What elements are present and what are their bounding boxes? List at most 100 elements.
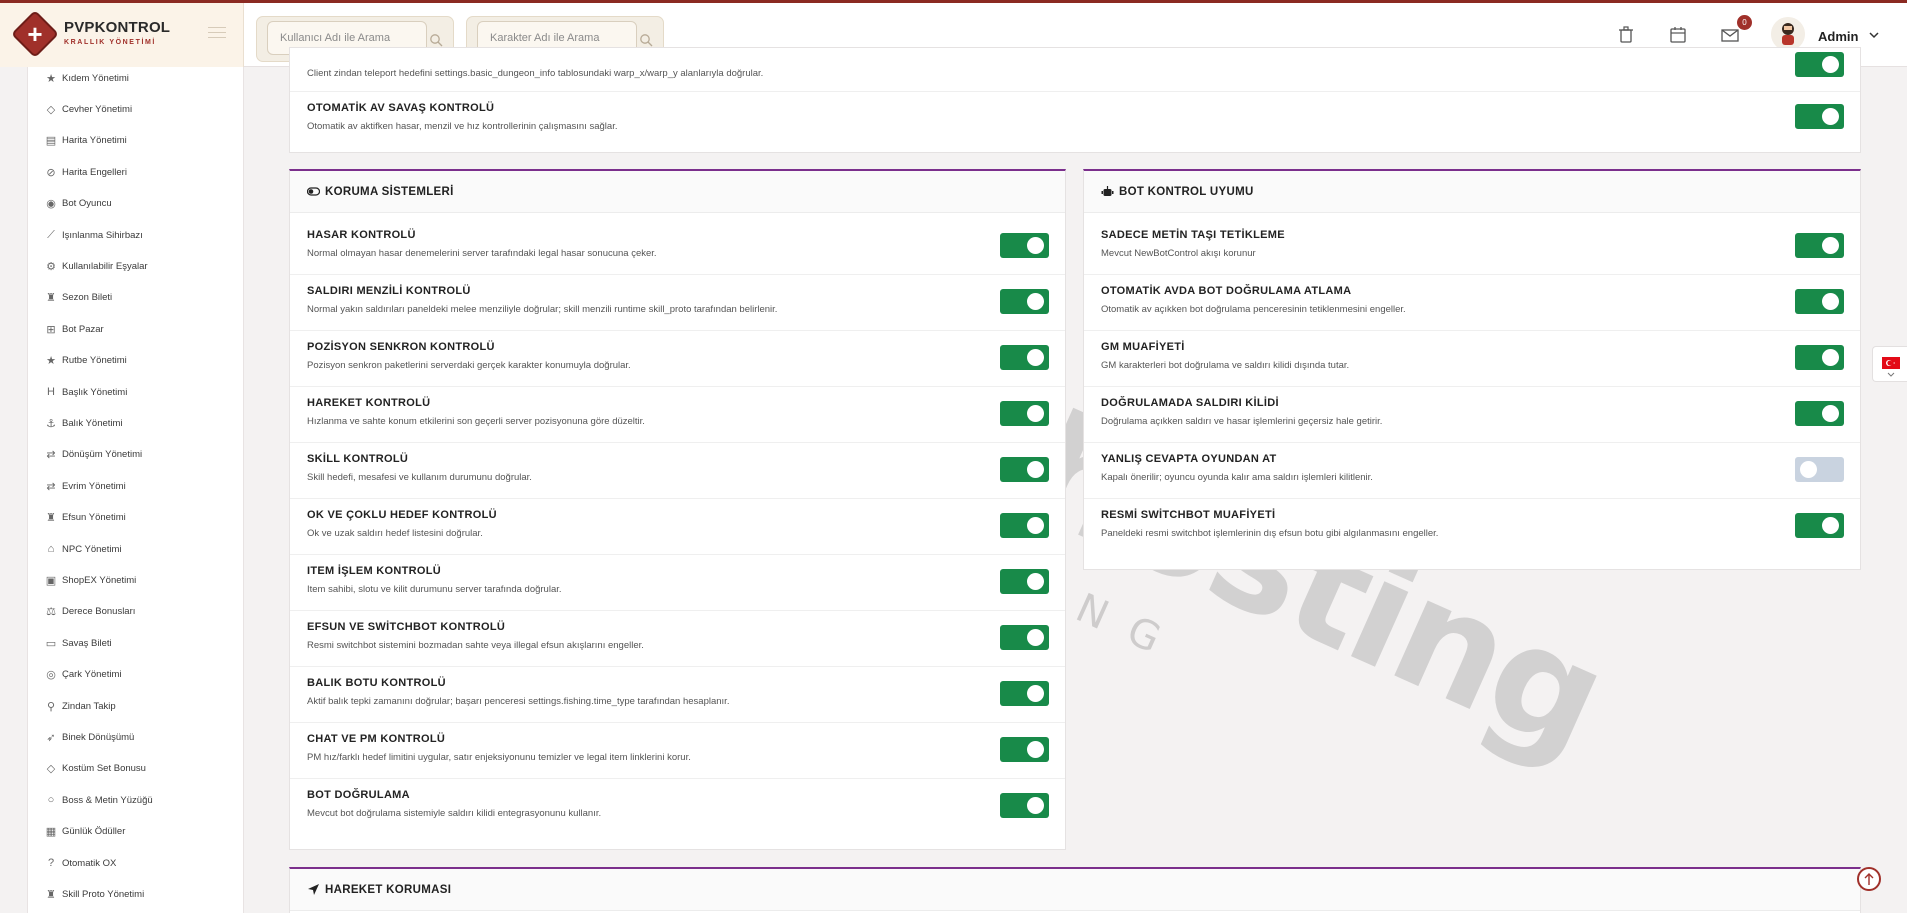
sidebar-item[interactable]: ○ Boss & Metin Yüzüğü — [44, 790, 153, 810]
top-settings-card: Client zindan teleport hedefini settings… — [289, 47, 1861, 153]
sidebar-item[interactable]: ⇄ Evrim Yönetimi — [44, 476, 125, 496]
row-title: YANLIŞ CEVAPTA OYUNDAN AT — [1101, 453, 1277, 465]
sidebar-item[interactable]: ♜ Sezon Bileti — [44, 288, 112, 308]
bot-card: BOT KONTROL UYUMU SADECE METİN TAŞI TETİ… — [1083, 169, 1861, 570]
toggle-switch[interactable] — [1795, 345, 1844, 370]
sidebar-item[interactable]: ⚖ Derece Bonusları — [44, 602, 135, 622]
sidebar-item[interactable]: ▣ ShopEX Yönetimi — [44, 570, 137, 590]
ticket-icon: ▭ — [45, 637, 57, 650]
settings-row: YANLIŞ CEVAPTA OYUNDAN AT Kapalı önerilir… — [1084, 443, 1860, 499]
sidebar-item[interactable]: ⚲ Zindan Takip — [44, 696, 116, 716]
rocket-icon: ➶ — [46, 731, 56, 744]
sidebar-item-label: Bot Oyuncu — [62, 198, 112, 210]
row-title: HAREKET KONTROLÜ — [307, 397, 431, 409]
chevron-down-icon[interactable] — [1868, 30, 1880, 40]
sidebar-item[interactable]: ⊘ Harita Engelleri — [44, 162, 127, 182]
row-desc: Ok ve uzak saldırı hedef listesini doğru… — [307, 528, 483, 539]
sidebar-item[interactable]: ▤ Harita Yönetimi — [44, 131, 127, 151]
toggle-switch[interactable] — [1795, 401, 1844, 426]
toggle-knob — [1800, 461, 1817, 478]
sidebar-item[interactable]: ? Otomatik OX — [44, 853, 116, 873]
sidebar-item[interactable]: ⌂ NPC Yönetimi — [44, 539, 122, 559]
row-title: DOĞRULAMADA SALDIRI KİLİDİ — [1101, 397, 1279, 409]
toggle-switch[interactable] — [1795, 457, 1844, 482]
sidebar-item[interactable]: ⊞ Bot Pazar — [44, 319, 103, 339]
sidebar-item-label: Otomatik OX — [62, 857, 117, 869]
row-desc: GM karakterleri bot doğrulama ve saldırı… — [1101, 360, 1350, 371]
brand[interactable]: + PVPKONTROL KRALLIK YÖNETİMİ — [0, 3, 244, 67]
sidebar-item[interactable]: ♜ Skill Proto Yönetimi — [44, 884, 144, 904]
toggle-knob — [1822, 349, 1839, 366]
toggle-switch[interactable] — [1000, 289, 1049, 314]
toggle-switch[interactable] — [1000, 569, 1049, 594]
toggle-switch[interactable] — [1000, 401, 1049, 426]
sidebar-item[interactable]: ⇄ Dönüşüm Yönetimi — [44, 445, 142, 465]
toggle-switch[interactable] — [1795, 52, 1844, 77]
sidebar-item[interactable]: ◇ Kostüm Set Bonusu — [44, 759, 146, 779]
sidebar-item[interactable]: ▭ Savaş Bileti — [44, 633, 112, 653]
sidebar-item[interactable]: ⚓ Balık Yönetimi — [44, 413, 123, 433]
sidebar-item-label: Zindan Takip — [62, 700, 116, 712]
toggle-switch[interactable] — [1000, 793, 1049, 818]
row-title: OTOMATİK AV SAVAŞ KONTROLÜ — [307, 102, 495, 114]
sidebar-item-label: Rutbe Yönetimi — [62, 355, 127, 367]
toggle-knob — [1027, 461, 1044, 478]
sidebar-item[interactable]: ◇ Cevher Yönetimi — [44, 99, 132, 119]
sidebar-item[interactable]: ◉ Bot Oyuncu — [44, 194, 112, 214]
toggle-switch[interactable] — [1000, 737, 1049, 762]
search-icon[interactable] — [639, 33, 653, 47]
scroll-top-button[interactable] — [1857, 867, 1881, 891]
sidebar-item[interactable]: ➶ Binek Dönüşümü — [44, 727, 134, 747]
sidebar-item[interactable]: ▦ Günlük Ödüller — [44, 822, 126, 842]
toggle-knob — [1822, 56, 1839, 73]
toggle-icon — [307, 187, 320, 196]
menu-toggle-icon[interactable] — [208, 27, 226, 42]
sidebar-item[interactable]: ★ Kıdem Yönetimi — [44, 68, 129, 88]
admin-name[interactable]: Admin — [1818, 29, 1858, 44]
wand-icon: ⟋ — [47, 228, 55, 241]
scale-icon: ⚖ — [46, 606, 56, 619]
toggle-switch[interactable] — [1000, 457, 1049, 482]
toggle-switch[interactable] — [1000, 513, 1049, 538]
trash-icon[interactable] — [1616, 25, 1636, 45]
toggle-switch[interactable] — [1795, 289, 1844, 314]
sidebar-item[interactable]: ⟋ Işınlanma Sihirbazı — [44, 225, 143, 245]
chevron-down-icon — [1887, 372, 1895, 377]
sidebar-item[interactable]: H Başlık Yönetimi — [44, 382, 127, 402]
sidebar-item[interactable]: ◎ Çark Yönetimi — [44, 665, 121, 685]
settings-row: DOĞRULAMADA SALDIRI KİLİDİ Doğrulama açık… — [1084, 387, 1860, 443]
koruma-card: KORUMA SİSTEMLERİ HASAR KONTROLÜ Normal o… — [289, 169, 1066, 850]
toggle-switch[interactable] — [1000, 233, 1049, 258]
toggle-switch[interactable] — [1795, 233, 1844, 258]
cogs-icon: ⚙ — [46, 260, 56, 273]
sidebar-item[interactable]: ⚙ Kullanılabilir Eşyalar — [44, 256, 147, 276]
mail-chart-icon[interactable] — [1720, 25, 1740, 45]
logo-plus-icon: + — [27, 19, 43, 49]
calendar-icon[interactable] — [1668, 25, 1688, 45]
sidebar-item-label: Günlük Ödüller — [62, 826, 126, 838]
settings-row: HASAR KONTROLÜ Normal olmayan hasar denem… — [290, 219, 1065, 275]
language-switcher[interactable] — [1872, 346, 1907, 382]
sidebar-item-label: Dönüşüm Yönetimi — [62, 449, 143, 461]
star-icon: ★ — [46, 72, 56, 85]
row-desc: Normal olmayan hasar denemelerini server… — [307, 248, 657, 259]
ring-icon: ○ — [47, 794, 55, 807]
search-icon[interactable] — [429, 33, 443, 47]
toggle-switch[interactable] — [1795, 104, 1844, 129]
sidebar-item[interactable]: ★ Rutbe Yönetimi — [44, 351, 127, 371]
settings-row: ITEM İŞLEM KONTROLÜ Item sahibi, slotu ve… — [290, 555, 1065, 611]
toggle-switch[interactable] — [1795, 513, 1844, 538]
robot-icon — [1101, 186, 1114, 196]
avatar[interactable] — [1771, 17, 1805, 51]
toggle-switch[interactable] — [1000, 681, 1049, 706]
sidebar-item[interactable]: ♜ Efsun Yönetimi — [44, 508, 126, 528]
android-icon: ◉ — [46, 198, 56, 211]
toggle-switch[interactable] — [1000, 345, 1049, 370]
row-desc: Resmi switchbot sistemini bozmadan sahte… — [307, 640, 644, 651]
row-title: SALDIRI MENZİLİ KONTROLÜ — [307, 285, 471, 297]
toggle-switch[interactable] — [1000, 625, 1049, 650]
card-header: KORUMA SİSTEMLERİ — [290, 171, 1065, 213]
row-title: ITEM İŞLEM KONTROLÜ — [307, 565, 442, 577]
sidebar-item-label: Efsun Yönetimi — [62, 512, 126, 524]
heading-icon: H — [47, 386, 55, 398]
